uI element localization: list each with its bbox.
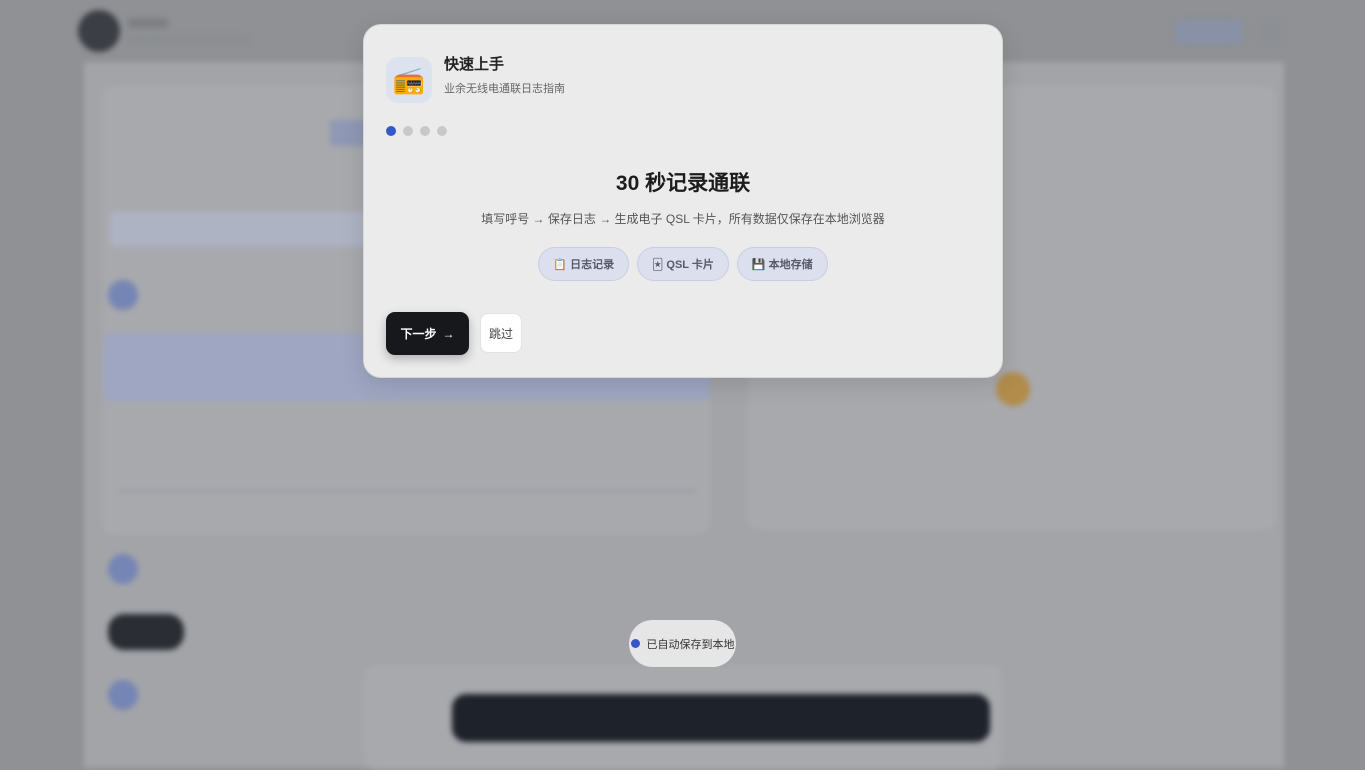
app-brand-tagline	[128, 36, 248, 44]
chip-qsl-label: QSL 卡片	[666, 259, 714, 271]
top-action-button	[1174, 20, 1244, 44]
chip-qsl: 🃏 QSL 卡片	[637, 247, 729, 281]
radio-icon: 📻	[386, 57, 432, 103]
background-mode-pill	[108, 614, 184, 650]
background-step-2	[108, 554, 138, 584]
top-menu-icon	[1260, 22, 1282, 42]
step-dot-4	[437, 126, 447, 136]
toast-text: 已自动保存到本地	[646, 638, 735, 651]
background-save-button	[452, 694, 990, 742]
background-divider	[116, 490, 696, 492]
step-indicator	[386, 126, 447, 136]
step-dot-3	[420, 126, 430, 136]
step-dot-2	[403, 126, 413, 136]
background-step-1	[108, 280, 138, 310]
autosave-toast: 已自动保存到本地	[629, 620, 736, 667]
chip-storage: 💾 本地存储	[736, 247, 828, 281]
app-brand-name	[128, 18, 168, 28]
step-headline: 30 秒记录通联	[615, 172, 751, 195]
next-button[interactable]: 下一步 →	[386, 312, 469, 355]
background-preview-emoji	[996, 372, 1030, 406]
chip-storage-label: 本地存储	[768, 259, 813, 271]
arrow-right-icon: →	[442, 326, 455, 341]
status-dot-icon	[630, 639, 640, 648]
onboarding-dialog: 📻 快速上手 业余无线电通联日志指南 30 秒记录通联 填写呼号 → 保存日志 …	[363, 24, 1003, 378]
card-icon: 🃏	[652, 258, 664, 271]
floppy-disk-icon: 💾	[751, 258, 766, 271]
feature-chips: 📋 日志记录 🃏 QSL 卡片 💾 本地存储	[364, 247, 1002, 281]
skip-button[interactable]: 跳过	[480, 313, 522, 353]
chip-log-label: 日志记录	[570, 259, 615, 271]
app-logo	[78, 10, 120, 52]
clipboard-icon: 📋	[553, 258, 568, 271]
background-step-3	[108, 680, 138, 710]
step-description: 填写呼号 → 保存日志 → 生成电子 QSL 卡片，所有数据仅保存在本地浏览器	[481, 212, 885, 226]
dialog-title: 快速上手	[444, 56, 505, 73]
next-button-label: 下一步	[400, 327, 437, 341]
chip-log: 📋 日志记录	[538, 247, 630, 281]
radio-icon-glyph: 📻	[392, 64, 426, 95]
dialog-subtitle: 业余无线电通联日志指南	[444, 83, 565, 95]
step-dot-1	[386, 126, 396, 136]
